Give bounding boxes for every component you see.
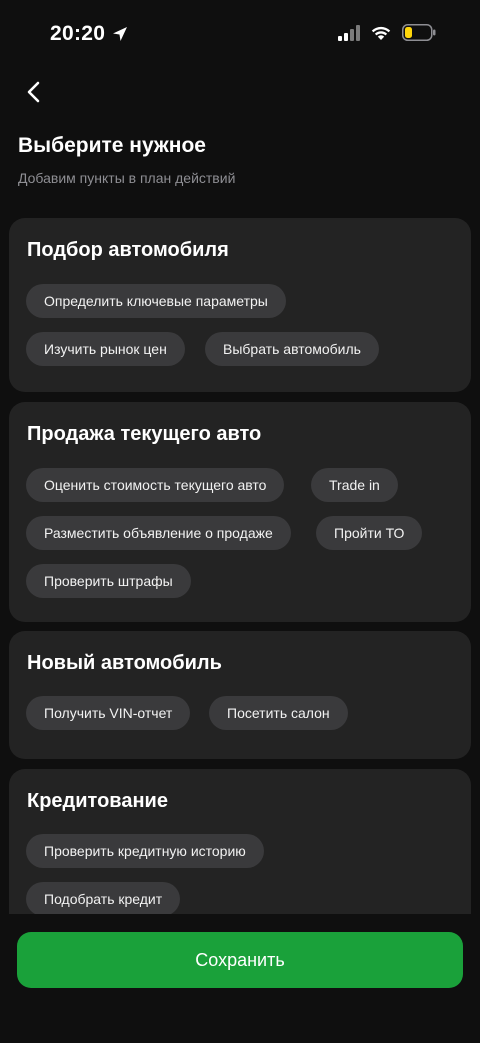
- chip-pass-inspection[interactable]: Пройти ТО: [316, 516, 423, 550]
- section-title: Кредитование: [27, 790, 168, 812]
- save-button[interactable]: Сохранить: [17, 932, 463, 988]
- section-card-sell-current-car: Продажа текущего авто Оценить стоимость …: [9, 402, 471, 622]
- chip-visit-dealer[interactable]: Посетить салон: [209, 696, 348, 730]
- chip-check-fines[interactable]: Проверить штрафы: [26, 564, 191, 598]
- chevron-left-icon: [27, 81, 40, 103]
- page-title: Выберите нужное: [18, 134, 206, 157]
- back-button[interactable]: [16, 74, 52, 110]
- section-title: Продажа текущего авто: [27, 423, 262, 445]
- status-icons: [338, 24, 436, 41]
- chip-study-market[interactable]: Изучить рынок цен: [26, 332, 185, 366]
- chip-choose-car[interactable]: Выбрать автомобиль: [205, 332, 379, 366]
- status-time: 20:20: [50, 22, 106, 45]
- chip-post-ad[interactable]: Разместить объявление о продаже: [26, 516, 291, 550]
- page-subtitle: Добавим пункты в план действий: [18, 170, 236, 186]
- bottom-panel: Сохранить: [0, 914, 480, 1043]
- section-title: Подбор автомобиля: [27, 239, 229, 261]
- chip-check-credit-history[interactable]: Проверить кредитную историю: [26, 834, 264, 868]
- chip-define-parameters[interactable]: Определить ключевые параметры: [26, 284, 286, 318]
- signal-icon: [338, 24, 360, 41]
- chip-evaluate-car[interactable]: Оценить стоимость текущего авто: [26, 468, 285, 502]
- section-card-credit: Кредитование Проверить кредитную историю…: [9, 769, 471, 914]
- section-title: Новый автомобиль: [27, 652, 222, 674]
- sections-list[interactable]: Подбор автомобиля Определить ключевые па…: [0, 218, 480, 914]
- section-card-new-car: Новый автомобиль Получить VIN-отчет Посе…: [9, 631, 471, 759]
- wifi-icon: [371, 26, 391, 40]
- screen: 20:20 Выберите нужное Добавим пункты в п…: [0, 0, 480, 1043]
- status-bar: 20:20: [0, 0, 480, 72]
- location-arrow-icon: [113, 27, 128, 41]
- status-time-group: 20:20: [50, 22, 129, 46]
- chip-trade-in[interactable]: Trade in: [311, 468, 398, 502]
- chip-vin-report[interactable]: Получить VIN-отчет: [26, 696, 191, 730]
- chip-choose-credit[interactable]: Подобрать кредит: [26, 882, 181, 914]
- battery-low-icon: [402, 24, 436, 41]
- section-card-car-selection: Подбор автомобиля Определить ключевые па…: [9, 218, 471, 392]
